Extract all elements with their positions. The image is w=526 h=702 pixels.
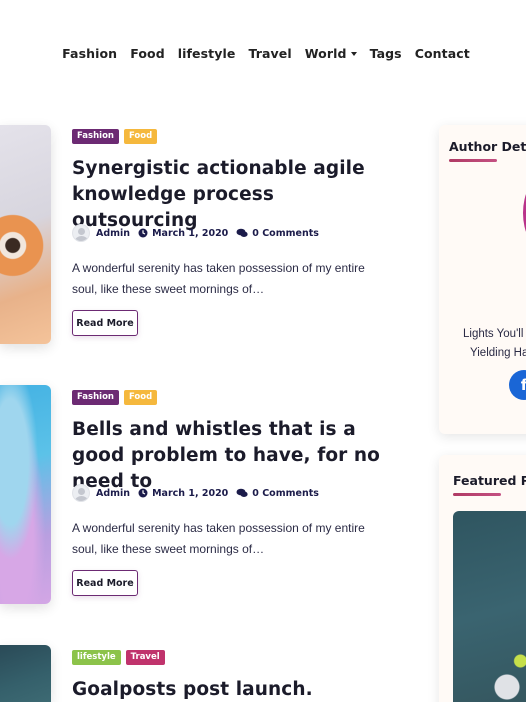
comments-icon — [236, 228, 248, 237]
author-details-widget: Author Deta Lights You'll Yielding Ha f — [439, 125, 526, 434]
widget-title: Featured P — [453, 473, 526, 488]
facebook-icon[interactable]: f — [509, 370, 526, 400]
post-meta: Admin March 1, 2020 0 Comments — [72, 484, 319, 502]
author-bio-line-2: Yielding Ha — [470, 347, 526, 359]
post-comments[interactable]: 0 Comments — [252, 488, 319, 499]
nav-item-travel[interactable]: Travel — [248, 46, 291, 61]
featured-post-image[interactable] — [453, 511, 526, 702]
category-badge-food[interactable]: Food — [123, 390, 158, 405]
nav-item-tags[interactable]: Tags — [370, 46, 402, 61]
post-title[interactable]: Synergistic actionable agile knowledge p… — [72, 156, 392, 234]
post-meta: Admin March 1, 2020 0 Comments — [72, 224, 319, 242]
post-title[interactable]: Goalposts post launch. Regroup — [72, 677, 392, 702]
widget-title: Author Deta — [449, 139, 526, 154]
category-badge-lifestyle[interactable]: lifestyle — [72, 650, 121, 665]
read-more-button[interactable]: Read More — [72, 310, 138, 336]
nav-item-lifestyle[interactable]: lifestyle — [178, 46, 236, 61]
widget-title-underline — [453, 493, 501, 496]
nav-item-world-label: World — [304, 45, 347, 61]
clock-icon — [138, 488, 148, 498]
post-excerpt: A wonderful serenity has taken possessio… — [72, 261, 365, 296]
avatar[interactable] — [72, 224, 90, 242]
author-bio-line-1: Lights You'll — [463, 328, 524, 340]
post-thumbnail[interactable] — [0, 385, 51, 604]
nav-item-world[interactable]: World — [305, 46, 357, 61]
post-excerpt: A wonderful serenity has taken possessio… — [72, 521, 365, 556]
category-badge-travel[interactable]: Travel — [125, 650, 165, 665]
nav-item-fashion[interactable]: Fashion — [62, 46, 117, 61]
post-categories: Fashion Food — [72, 129, 158, 144]
featured-posts-widget: Featured P — [439, 455, 526, 702]
chevron-down-icon[interactable] — [350, 51, 357, 56]
post-categories: Fashion Food — [72, 390, 158, 405]
post-thumbnail[interactable] — [0, 645, 51, 702]
post-comments[interactable]: 0 Comments — [252, 228, 319, 239]
post-date[interactable]: March 1, 2020 — [152, 228, 228, 239]
category-badge-fashion[interactable]: Fashion — [72, 129, 119, 144]
nav-item-food[interactable]: Food — [130, 46, 165, 61]
nav-item-contact[interactable]: Contact — [415, 46, 470, 61]
widget-title-underline — [449, 159, 497, 162]
post-thumbnail[interactable] — [0, 125, 51, 344]
post-date[interactable]: March 1, 2020 — [152, 488, 228, 499]
category-badge-food[interactable]: Food — [123, 129, 158, 144]
post-categories: lifestyle Travel — [72, 650, 165, 665]
post-author[interactable]: Admin — [96, 228, 130, 239]
read-more-button[interactable]: Read More — [72, 570, 138, 596]
category-badge-fashion[interactable]: Fashion — [72, 390, 119, 405]
clock-icon — [138, 228, 148, 238]
main-navigation: Fashion Food lifestyle Travel World Tags… — [0, 42, 526, 64]
avatar[interactable] — [72, 484, 90, 502]
post-author[interactable]: Admin — [96, 488, 130, 499]
comments-icon — [236, 488, 248, 497]
